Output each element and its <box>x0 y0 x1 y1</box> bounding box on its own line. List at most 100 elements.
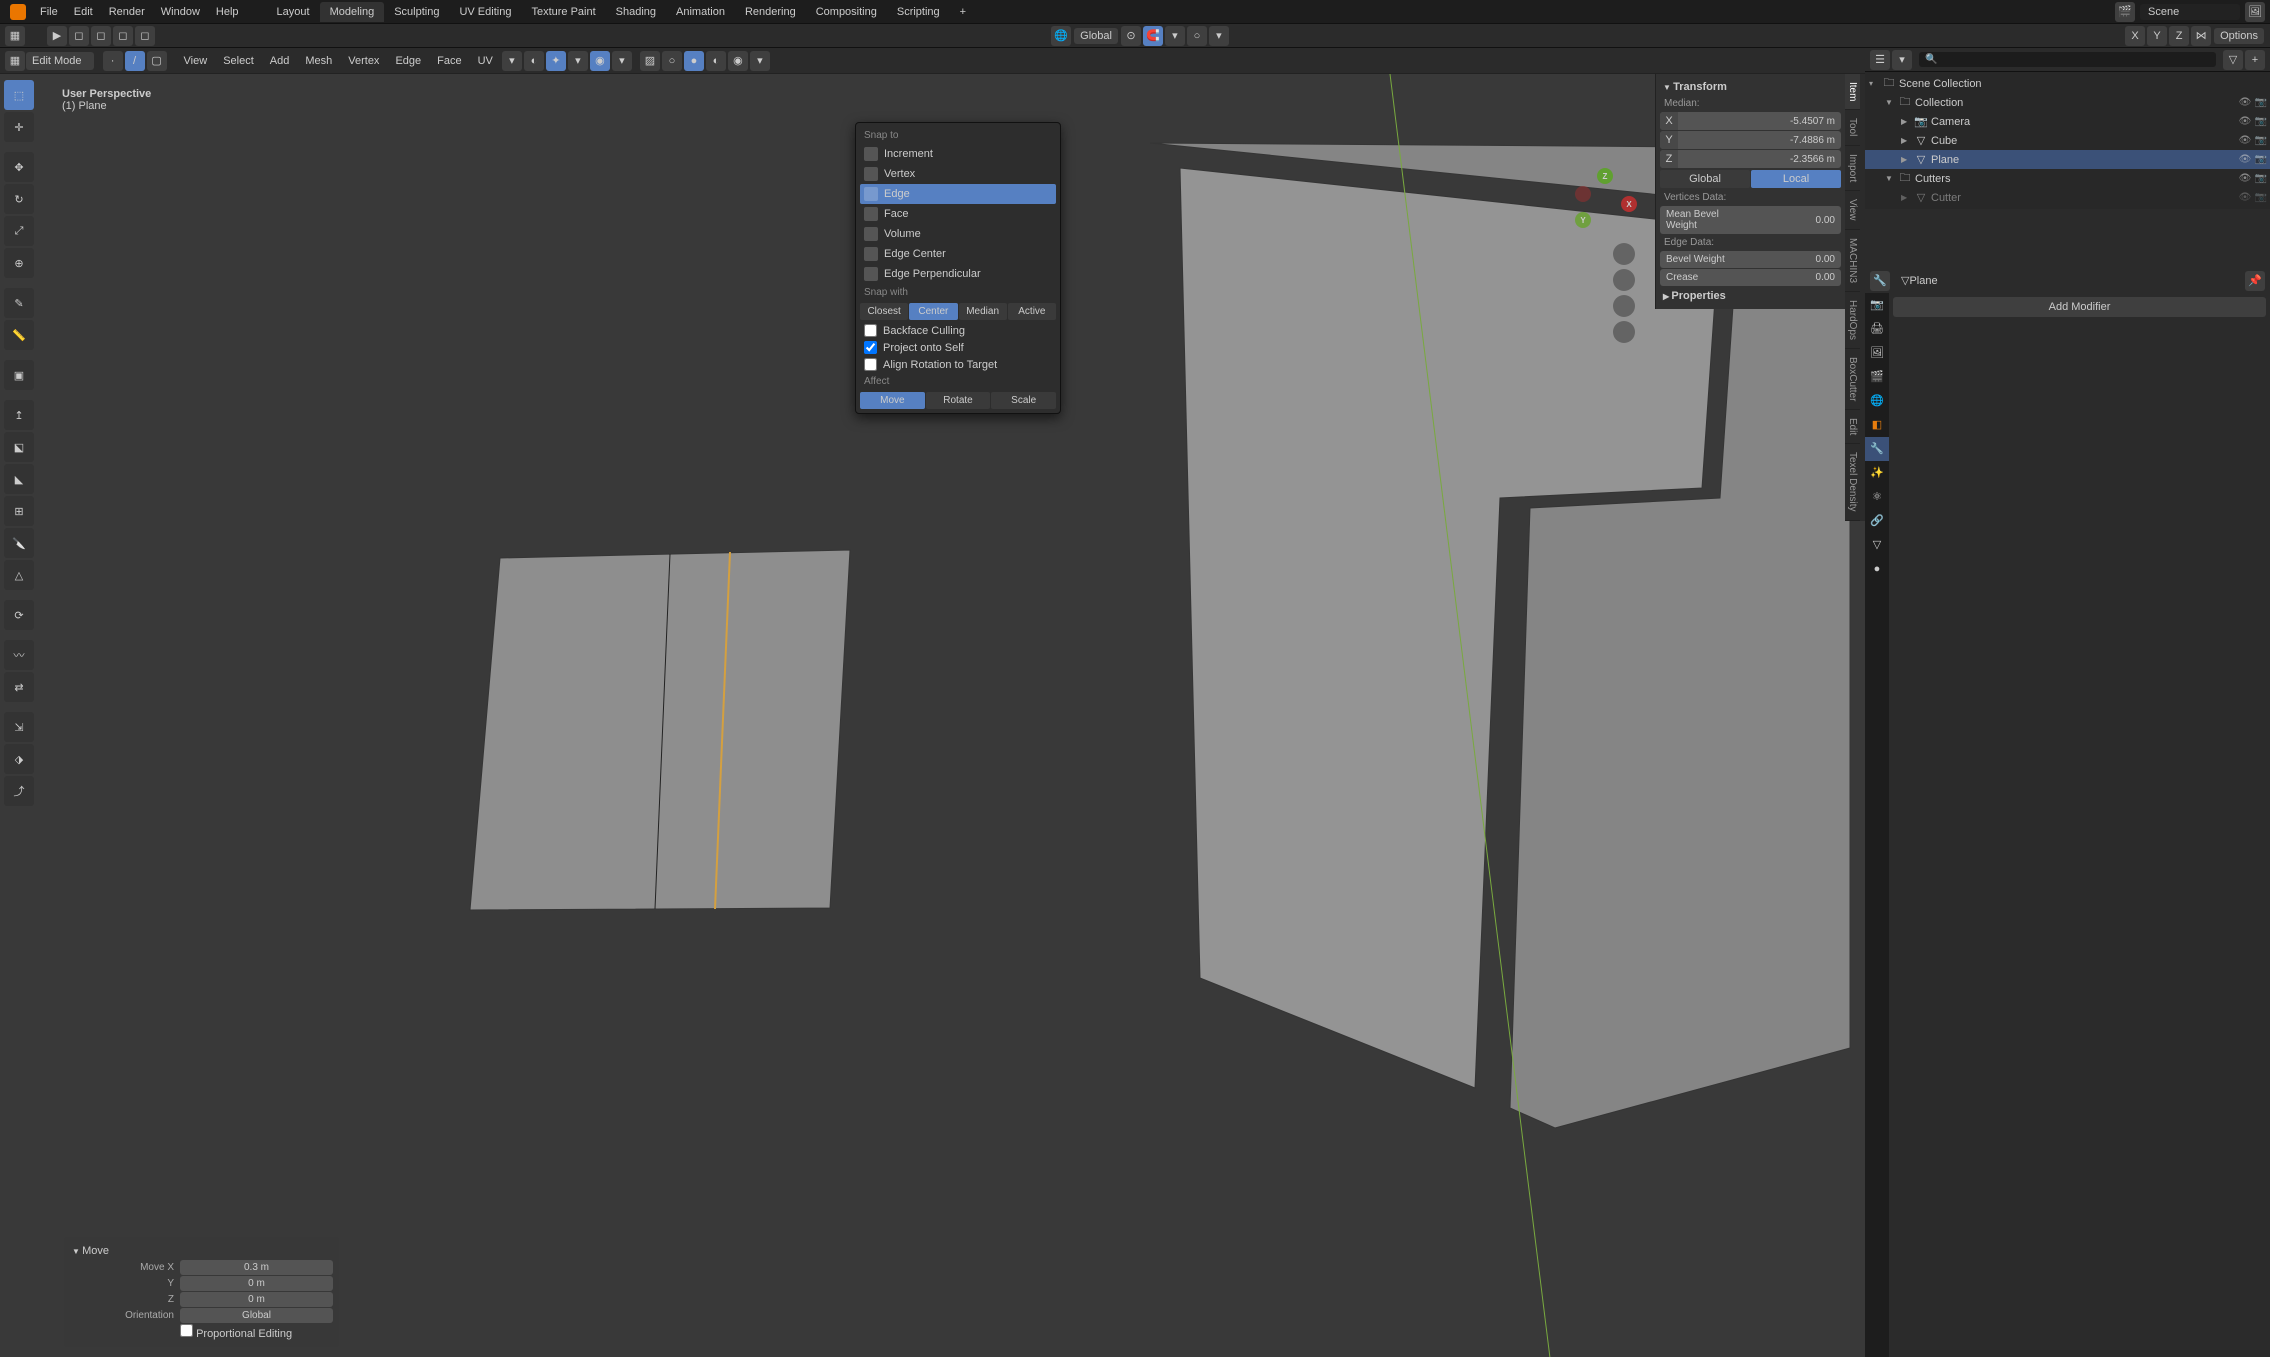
nav-zoom-icon[interactable] <box>1613 243 1635 265</box>
automerge-icon[interactable]: ⋈ <box>2191 26 2211 46</box>
menu-render[interactable]: Render <box>101 2 153 22</box>
vp-menu-edge[interactable]: Edge <box>387 51 429 71</box>
bevel-weight-field[interactable]: Bevel Weight 0.00 <box>1660 251 1841 268</box>
snap-item-edge[interactable]: Edge <box>860 184 1056 204</box>
outliner-new-collection-icon[interactable]: + <box>2245 50 2265 70</box>
workspace-uv-editing[interactable]: UV Editing <box>449 2 521 22</box>
ptab-output-icon[interactable]: 🖨 <box>1865 317 1889 341</box>
face-select-icon[interactable]: ▢ <box>147 51 167 71</box>
operator-header[interactable]: Move <box>70 1243 333 1259</box>
add-modifier-button[interactable]: Add Modifier <box>1893 297 2266 317</box>
snap-item-face[interactable]: Face <box>860 204 1056 224</box>
ptab-scene-icon[interactable]: 🎬 <box>1865 365 1889 389</box>
sidebar-tab-import[interactable]: Import <box>1845 146 1860 191</box>
select-mode-1-icon[interactable]: ◻ <box>69 26 89 46</box>
proportional-checkbox[interactable] <box>180 1324 193 1337</box>
move-z-field[interactable]: 0 m <box>180 1292 333 1307</box>
affect-scale[interactable]: Scale <box>991 392 1056 409</box>
transform-header[interactable]: Transform <box>1660 78 1841 96</box>
sidebar-tab-edit[interactable]: Edit <box>1845 410 1860 444</box>
3d-viewport[interactable]: ▦ Edit Mode · / ▢ View Select Add Mesh V… <box>0 48 1865 1357</box>
outliner-search[interactable]: 🔍 <box>1919 52 2216 67</box>
workspace-shading[interactable]: Shading <box>606 2 666 22</box>
snap-check-project-onto-self[interactable]: Project onto Self <box>860 339 1056 356</box>
tree-item-cube[interactable]: ▶▽Cube👁📷 <box>1865 131 2270 150</box>
ptab-modifier-icon[interactable]: 🔧 <box>1865 437 1889 461</box>
ptab-particle-icon[interactable]: ✨ <box>1865 461 1889 485</box>
space-local[interactable]: Local <box>1751 170 1841 188</box>
snap-item-vertex[interactable]: Vertex <box>860 164 1056 184</box>
shade-render-icon[interactable]: ◉ <box>728 51 748 71</box>
workspace-layout[interactable]: Layout <box>267 2 320 22</box>
mean-bevel-weight-field[interactable]: Mean Bevel Weight 0.00 <box>1660 206 1841 234</box>
props-type-icon[interactable]: 🔧 <box>1870 271 1890 291</box>
select-mode-4-icon[interactable]: ◻ <box>135 26 155 46</box>
median-z-field[interactable]: Z-2.3566 m <box>1660 150 1841 168</box>
select-mode-extend-icon[interactable]: ▶ <box>47 26 67 46</box>
pivot-icon[interactable]: ⊙ <box>1121 26 1141 46</box>
workspace-texture-paint[interactable]: Texture Paint <box>521 2 605 22</box>
edge-select-icon[interactable]: / <box>125 51 145 71</box>
crease-field[interactable]: Crease 0.00 <box>1660 269 1841 286</box>
workspace-scripting[interactable]: Scripting <box>887 2 950 22</box>
vp-menu-face[interactable]: Face <box>429 51 469 71</box>
proportional-type-icon[interactable]: ▾ <box>1209 26 1229 46</box>
scene-icon[interactable]: 🎬 <box>2115 2 2135 22</box>
shade-dropdown-icon[interactable]: ▾ <box>750 51 770 71</box>
properties-header[interactable]: Properties <box>1660 287 1841 305</box>
menu-edit[interactable]: Edit <box>66 2 101 22</box>
overlay-dropdown-icon[interactable]: ▾ <box>612 51 632 71</box>
nav-camera-icon[interactable] <box>1613 295 1635 317</box>
add-workspace-button[interactable]: + <box>950 2 976 22</box>
gizmo-icon[interactable]: ✦ <box>546 51 566 71</box>
snap-with-median[interactable]: Median <box>959 303 1007 320</box>
workspace-rendering[interactable]: Rendering <box>735 2 806 22</box>
nav-gizmo[interactable]: X Z Y <box>1575 168 1637 230</box>
tree-item-collection[interactable]: ▼🗀Collection👁📷 <box>1865 93 2270 112</box>
ptab-viewlayer-icon[interactable]: 🖼 <box>1865 341 1889 365</box>
menu-window[interactable]: Window <box>153 2 208 22</box>
workspace-animation[interactable]: Animation <box>666 2 735 22</box>
xray-icon[interactable]: ▨ <box>640 51 660 71</box>
menu-file[interactable]: File <box>32 2 66 22</box>
shade-matprev-icon[interactable]: ◐ <box>706 51 726 71</box>
sidebar-tab-hardops[interactable]: HardOps <box>1845 292 1860 349</box>
workspace-modeling[interactable]: Modeling <box>320 2 385 22</box>
workspace-sculpting[interactable]: Sculpting <box>384 2 449 22</box>
snap-item-edge-center[interactable]: Edge Center <box>860 244 1056 264</box>
shade-solid-icon[interactable]: ● <box>684 51 704 71</box>
editor-type-icon[interactable]: ▦ <box>5 26 25 46</box>
options-dropdown[interactable]: Options <box>2214 28 2264 44</box>
nav-pan-icon[interactable] <box>1613 269 1635 291</box>
ptab-mesh-icon[interactable]: ▽ <box>1865 533 1889 557</box>
sidebar-tab-view[interactable]: View <box>1845 191 1860 230</box>
workspace-compositing[interactable]: Compositing <box>806 2 887 22</box>
axis-z-icon[interactable]: Z <box>1597 168 1613 184</box>
snap-toggle-icon[interactable]: 🧲 <box>1143 26 1163 46</box>
view-layer-icon[interactable]: 🖼 <box>2245 2 2265 22</box>
orientation-select[interactable]: Global <box>1074 28 1118 44</box>
move-x-field[interactable]: 0.3 m <box>180 1260 333 1275</box>
mode-select[interactable]: Edit Mode <box>26 52 94 70</box>
gizmo-dropdown-icon[interactable]: ▾ <box>568 51 588 71</box>
pin-icon[interactable]: 📌 <box>2245 271 2265 291</box>
orientation-field[interactable]: Global <box>180 1308 333 1323</box>
snap-check-backface-culling[interactable]: Backface Culling <box>860 322 1056 339</box>
snap-with-active[interactable]: Active <box>1008 303 1056 320</box>
mirror-y-icon[interactable]: Y <box>2147 26 2167 46</box>
tree-item-plane[interactable]: ▶▽Plane👁📷 <box>1865 150 2270 169</box>
snap-item-increment[interactable]: Increment <box>860 144 1056 164</box>
median-x-field[interactable]: X-5.4507 m <box>1660 112 1841 130</box>
vp-menu-view[interactable]: View <box>176 51 216 71</box>
orientation-icon[interactable]: 🌐 <box>1051 26 1071 46</box>
vp-menu-add[interactable]: Add <box>262 51 298 71</box>
outliner-filter-icon[interactable]: ▽ <box>2223 50 2243 70</box>
shade-wire-icon[interactable]: ○ <box>662 51 682 71</box>
vp-menu-uv[interactable]: UV <box>470 51 501 71</box>
proportional-edit-icon[interactable]: ○ <box>1187 26 1207 46</box>
space-global[interactable]: Global <box>1660 170 1750 188</box>
sidebar-tab-boxcutter[interactable]: BoxCutter <box>1845 349 1860 410</box>
ptab-render-icon[interactable]: 📷 <box>1865 293 1889 317</box>
vp-menu-vertex[interactable]: Vertex <box>340 51 387 71</box>
menu-help[interactable]: Help <box>208 2 247 22</box>
